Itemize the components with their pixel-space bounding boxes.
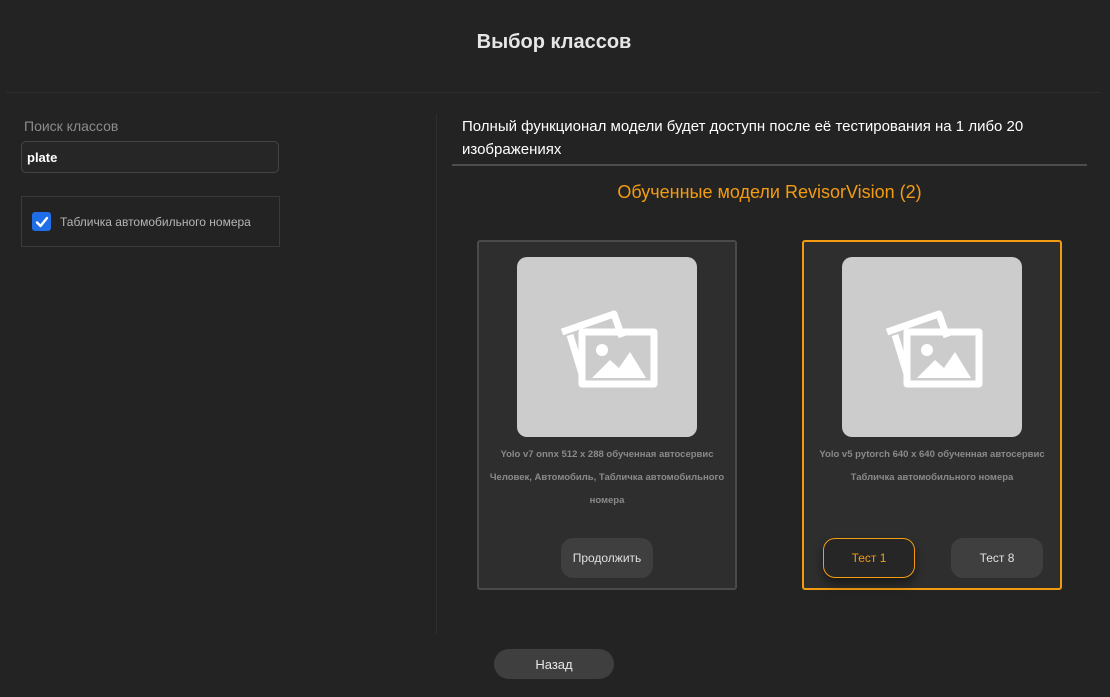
class-item-license-plate[interactable]: Табличка автомобильного номера xyxy=(32,212,251,231)
back-button[interactable]: Назад xyxy=(494,649,614,679)
class-selection-dialog: Выбор классов Поиск классов Табличка авт… xyxy=(0,0,1110,697)
model-description: Yolo v7 onnx 512 x 288 обученная автосер… xyxy=(489,449,725,506)
model-card[interactable]: Yolo v7 onnx 512 x 288 обученная автосер… xyxy=(477,240,737,590)
images-icon xyxy=(885,310,983,388)
panel-divider xyxy=(436,114,437,634)
model-thumbnail xyxy=(842,257,1022,437)
search-input[interactable] xyxy=(21,141,279,173)
model-card-selected[interactable]: Yolo v5 pytorch 640 x 640 обученная авто… xyxy=(802,240,1062,590)
images-icon xyxy=(560,310,658,388)
class-list: Табличка автомобильного номера xyxy=(21,196,280,247)
models-section-title: Обученные модели RevisorVision (2) xyxy=(617,182,922,202)
continue-button[interactable]: Продолжить xyxy=(561,538,653,578)
dialog-title: Выбор классов xyxy=(476,31,632,53)
model-thumbnail xyxy=(517,257,697,437)
search-label: Поиск классов xyxy=(24,118,119,134)
test-8-button[interactable]: Тест 8 xyxy=(951,538,1043,578)
notice-divider xyxy=(452,164,1087,166)
model-notice: Полный функционал модели будет доступн п… xyxy=(462,118,1024,158)
model-description: Yolo v5 pytorch 640 x 640 обученная авто… xyxy=(819,449,1045,483)
class-label: Табличка автомобильного номера xyxy=(60,214,251,229)
class-checkbox[interactable] xyxy=(32,212,51,231)
test-1-button[interactable]: Тест 1 xyxy=(823,538,915,578)
checkmark-icon xyxy=(35,216,48,227)
header-divider xyxy=(6,92,1100,93)
